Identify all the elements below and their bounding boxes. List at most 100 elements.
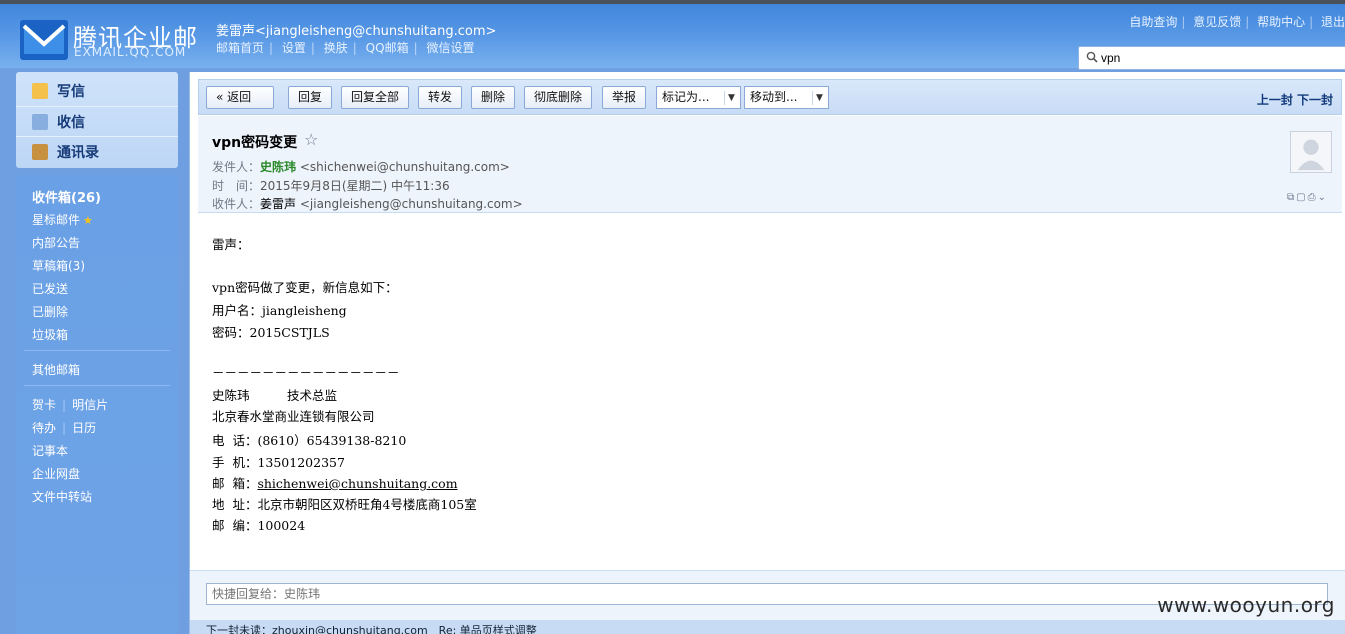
- sidebar-divider: [24, 385, 170, 386]
- receive-button[interactable]: 收信: [16, 106, 178, 136]
- recipient-address: <jiangleisheng@chunshuitang.com>: [299, 197, 523, 211]
- user-nav: 邮箱首页 | 设置 | 换肤 | QQ邮箱 | 微信设置: [216, 39, 474, 56]
- inbox-tray-icon: [32, 113, 48, 130]
- body-address: 地 址：北京市朝阳区双桥旺角4号楼底商105室: [212, 497, 477, 512]
- body-company: 北京春水堂商业连锁有限公司: [212, 409, 375, 424]
- folder-inbox[interactable]: 收件箱(26): [32, 187, 101, 206]
- tool-postcard[interactable]: 明信片: [72, 398, 108, 412]
- nav-wechat-settings[interactable]: 微信设置: [426, 41, 474, 55]
- folder-notice[interactable]: 内部公告: [32, 234, 80, 251]
- search-icon: [1086, 51, 1098, 63]
- current-user: 姜雷声<jiangleisheng@chunshuitang.com>: [216, 24, 497, 39]
- address-book-icon: [32, 143, 48, 160]
- compose-label: 写信: [57, 84, 85, 100]
- mark-as-label: 标记为...: [662, 90, 710, 104]
- reply-button[interactable]: 回复: [288, 86, 333, 109]
- tool-card[interactable]: 贺卡: [32, 398, 56, 412]
- sender-address: <shichenwei@chunshuitang.com>: [299, 160, 510, 174]
- mark-as-select[interactable]: 标记为... ▼: [656, 86, 741, 109]
- body-email-label: 邮 箱：: [212, 476, 258, 491]
- folder-other-mailboxes[interactable]: 其他邮箱: [32, 361, 80, 378]
- body-line1: vpn密码做了变更，新信息如下：: [212, 280, 398, 295]
- reply-all-button[interactable]: 回复全部: [341, 86, 410, 109]
- back-button[interactable]: « 返回: [206, 86, 274, 109]
- tool-file-transfer[interactable]: 文件中转站: [32, 488, 92, 505]
- folder-drafts[interactable]: 草稿箱(3): [32, 257, 85, 274]
- report-button[interactable]: 举报: [602, 86, 647, 109]
- sidebar: 写信 收信 通讯录 收件箱(26) 星标邮件 ★ 内部公告 草稿箱(3) 已发送 …: [16, 72, 178, 634]
- avatar: [1290, 131, 1332, 173]
- sidebar-divider: [24, 350, 170, 351]
- compose-button[interactable]: 写信: [16, 76, 178, 106]
- folder-sent[interactable]: 已发送: [32, 280, 68, 297]
- nav-qq-mail[interactable]: QQ邮箱: [366, 41, 409, 55]
- mail-time: 2015年9月8日(星期二) 中午11:36: [260, 179, 450, 193]
- folder-spam[interactable]: 垃圾箱: [32, 326, 68, 343]
- mail-subject: vpn密码变更: [212, 135, 298, 151]
- nav-mailbox-home[interactable]: 邮箱首页: [216, 41, 264, 55]
- sender-name[interactable]: 史陈玮: [260, 160, 296, 174]
- link-self-service[interactable]: 自助查询: [1129, 15, 1177, 29]
- recipient-name[interactable]: 姜雷声: [260, 197, 296, 211]
- body-dash-line: －－－－－－－－－－－－－－－: [212, 365, 400, 380]
- body-username: 用户名：jiangleisheng: [212, 303, 347, 318]
- move-to-select[interactable]: 移动到... ▼: [744, 86, 829, 109]
- next-unread-bar[interactable]: 下一封未读：zhouxin@chunshuitang.com Re: 单品页样式…: [190, 620, 1345, 634]
- prev-next-links[interactable]: 上一封 下一封: [1257, 91, 1333, 108]
- top-links: 自助查询 | 意见反馈 | 帮助中心 | 退出: [1129, 15, 1345, 29]
- sender-label: 发件人：: [212, 160, 261, 174]
- time-line: 时 间：2015年9月8日(星期二) 中午11:36: [212, 177, 450, 194]
- body-email-line: 邮 箱：shichenwei@chunshuitang.com: [212, 473, 458, 492]
- chevron-down-icon: ▼: [812, 91, 826, 105]
- contacts-label: 通讯录: [57, 144, 99, 161]
- body-greeting: 雷声：: [212, 237, 250, 252]
- tool-calendar[interactable]: 日历: [72, 421, 96, 435]
- body-zip: 邮 编：100024: [212, 518, 306, 533]
- folder-deleted[interactable]: 已删除: [32, 303, 68, 320]
- chevron-down-icon: ▼: [724, 91, 738, 105]
- receive-label: 收信: [57, 114, 85, 131]
- body-password: 密码：2015CSTJLS: [212, 325, 330, 340]
- tool-netdisk[interactable]: 企业网盘: [32, 465, 80, 482]
- search-input[interactable]: [1101, 49, 1331, 67]
- folder-list: 收件箱(26) 星标邮件 ★ 内部公告 草稿箱(3) 已发送 已删除 垃圾箱 其他…: [16, 175, 178, 634]
- nav-sep: |: [413, 41, 418, 55]
- move-to-label: 移动到...: [750, 90, 798, 104]
- nav-sep: |: [310, 41, 315, 55]
- mail-header: vpn密码变更 ☆ 发件人：史陈玮 <shichenwei@chunshuita…: [198, 116, 1342, 213]
- nav-settings[interactable]: 设置: [282, 41, 306, 55]
- tool-todo[interactable]: 待办: [32, 421, 56, 435]
- body-tel: 电 话：(8610）65439138-8210: [212, 433, 407, 448]
- star-icon: ★: [83, 214, 93, 227]
- recipient-label: 收件人：: [212, 197, 261, 211]
- contacts-button[interactable]: 通讯录: [16, 136, 178, 166]
- tools-row-1: 贺卡 | 明信片: [32, 398, 109, 412]
- nav-skin[interactable]: 换肤: [324, 41, 348, 55]
- link-help[interactable]: 帮助中心: [1257, 15, 1305, 29]
- forward-button[interactable]: 转发: [418, 86, 463, 109]
- body-signature-name: 史陈玮 技术总监: [212, 388, 338, 403]
- link-logout[interactable]: 退出: [1321, 15, 1345, 29]
- sidebar-actions: 写信 收信 通讯录: [16, 72, 178, 168]
- delete-button[interactable]: 删除: [471, 86, 516, 109]
- time-label: 时 间：: [212, 179, 261, 193]
- mail-toolbar: « 返回 回复 回复全部 转发 删除 彻底删除 举报 标记为... ▼ 移动到.…: [198, 79, 1342, 115]
- header: 腾讯企业邮 EXMAIL.QQ.COM 姜雷声<jiangleisheng@ch…: [0, 4, 1345, 70]
- body-mobile: 手 机：13501202357: [212, 455, 345, 470]
- view-options-icons[interactable]: ⧉▢⎙⌄: [1287, 192, 1328, 203]
- nav-sep: |: [352, 41, 357, 55]
- logo-domain: EXMAIL.QQ.COM: [74, 45, 187, 59]
- delete-permanently-button[interactable]: 彻底删除: [524, 86, 593, 109]
- link-feedback[interactable]: 意见反馈: [1193, 15, 1241, 29]
- exmail-logo-icon: [20, 20, 68, 60]
- star-outline-icon[interactable]: ☆: [304, 130, 318, 149]
- body-email-link[interactable]: shichenwei@chunshuitang.com: [257, 476, 457, 491]
- watermark: www.wooyun.org: [1157, 593, 1335, 617]
- tool-notes[interactable]: 记事本: [32, 442, 68, 459]
- mail-reader: « 返回 回复 回复全部 转发 删除 彻底删除 举报 标记为... ▼ 移动到.…: [189, 72, 1345, 634]
- tools-row-2: 待办 | 日历: [32, 421, 97, 435]
- folder-starred[interactable]: 星标邮件 ★: [32, 211, 93, 228]
- folder-starred-label: 星标邮件: [32, 213, 81, 227]
- sender-line: 发件人：史陈玮 <shichenwei@chunshuitang.com>: [212, 158, 510, 175]
- search-box: [1078, 46, 1345, 70]
